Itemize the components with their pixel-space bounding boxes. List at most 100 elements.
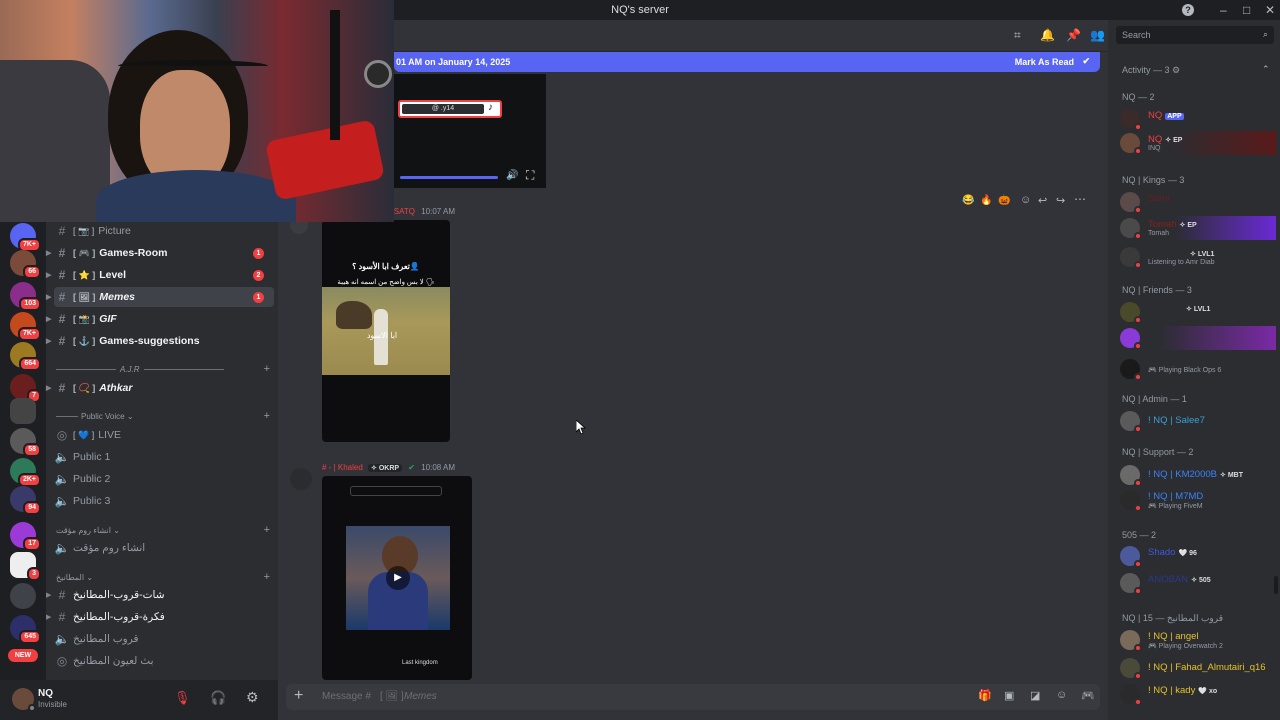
image-attachment[interactable]: تعرف ابا الأسود ؟👤 لا بس واضح من اسمه ان…	[322, 220, 450, 442]
author-name[interactable]: # - | Khaled	[322, 463, 363, 472]
video-attachment[interactable]: ▶ Last kingdom	[322, 476, 472, 680]
mic-muted-icon[interactable]: 🎙	[174, 690, 191, 706]
member-item[interactable]: NQ ✧ EP INQ	[1120, 131, 1276, 155]
server-icon[interactable]: 645	[10, 615, 41, 644]
server-icon[interactable]: 7	[10, 374, 41, 403]
add-channel-icon[interactable]: +	[264, 524, 270, 536]
apps-icon[interactable]: 🎮	[1081, 689, 1095, 702]
voice-public-2[interactable]: 🔈 Public 2	[54, 469, 274, 489]
voice-bands-group[interactable]: 🔈 قروب المطانيخ	[54, 629, 274, 649]
member-item[interactable]: 🎮 Playing Black Ops 6	[1120, 357, 1276, 381]
minimize-button[interactable]: –	[1220, 3, 1227, 17]
member-item[interactable]: ✧ LVL1	[1120, 300, 1276, 324]
voice-live[interactable]: ◎ [ 💙 ] LIVE	[54, 425, 274, 445]
channel-games-room[interactable]: ▶ # [ 🎮 ] Games-Room 1	[46, 243, 274, 263]
video-embed[interactable]: @ .y14 ♪ 🔊 ⛶	[394, 74, 546, 188]
category-public-voice[interactable]: Public Voice ⌄ +	[56, 410, 270, 422]
member-item[interactable]: ! NQ | KM2000B ✧ MBT	[1120, 463, 1276, 487]
server-icon[interactable]: 94	[10, 486, 41, 515]
member-item[interactable]: ! NQ | Salee7	[1120, 409, 1276, 433]
threads-icon[interactable]: ⌗	[1014, 28, 1021, 43]
member-item[interactable]: Tomah ✧ EP Tomah	[1120, 216, 1276, 240]
new-messages-bar[interactable]: 01 AM on January 14, 2025 Mark As Read ✔	[394, 52, 1100, 72]
member-item[interactable]: Sami	[1120, 190, 1276, 214]
server-icon[interactable]: 103	[10, 282, 41, 311]
more-icon[interactable]: ⋯	[1074, 192, 1086, 206]
video-progress[interactable]	[400, 176, 498, 179]
member-item[interactable]: ANOBAN ✧ 505	[1120, 571, 1276, 595]
add-channel-icon[interactable]: +	[264, 410, 270, 422]
channel-bands-idea[interactable]: ▶ # فكرة-قروب-المطانيخ	[46, 607, 274, 627]
add-channel-icon[interactable]: +	[264, 363, 270, 375]
search-input[interactable]: Search ⌕	[1116, 26, 1274, 44]
category-bands[interactable]: المطانيخ ⌄ +	[56, 571, 270, 583]
server-icon[interactable]	[10, 398, 36, 424]
member-item[interactable]: Shado 🤍 96	[1120, 544, 1276, 568]
add-channel-icon[interactable]: +	[264, 571, 270, 583]
server-icon[interactable]: 58	[10, 428, 41, 457]
member-item[interactable]: NQ APP	[1120, 107, 1276, 131]
category-ajr[interactable]: A.J.R +	[56, 363, 270, 375]
voice-public-3[interactable]: 🔈 Public 3	[54, 491, 274, 511]
emoji-icon[interactable]: ☺	[1056, 689, 1067, 701]
member-item[interactable]	[1120, 326, 1276, 350]
member-item[interactable]: ! NQ | angel 🎮 Playing Overwatch 2	[1120, 628, 1276, 652]
group-header: NQ — 2	[1122, 92, 1155, 102]
channel-level[interactable]: ▶ # [ ⭐ ] Level 2	[46, 265, 274, 285]
new-server-badge[interactable]: NEW	[8, 649, 38, 662]
reply-icon[interactable]: ↩	[1038, 194, 1047, 207]
add-reaction-icon[interactable]: ☺	[1020, 194, 1031, 206]
avatar[interactable]	[12, 688, 36, 712]
headphones-deafened-icon[interactable]: 🎧	[210, 690, 226, 706]
settings-gear-icon[interactable]: ⚙	[246, 689, 259, 706]
gamepad-icon: [ 🎮 ]	[73, 247, 96, 258]
server-icon[interactable]: 7K+	[10, 223, 41, 252]
volume-icon[interactable]: 🔊	[506, 170, 518, 181]
member-item[interactable]: ✧ LVL1 Listening to Amr Diab	[1120, 245, 1276, 269]
gift-icon[interactable]: 🎁	[978, 689, 992, 702]
channel-label: Public 3	[73, 495, 111, 507]
pin-icon[interactable]: 📌	[1066, 28, 1081, 42]
member-item[interactable]: ! NQ | Fahad_Almutairi_q16	[1120, 656, 1276, 680]
sticker-icon[interactable]: ◪	[1030, 689, 1040, 702]
reaction-pumpkin[interactable]: 🎃	[998, 195, 1010, 206]
stage-bands-broadcast[interactable]: ◎ بث لعيون المطانيخ	[54, 651, 274, 671]
server-icon[interactable]	[10, 583, 36, 609]
channel-athkar[interactable]: ▶ # [ 📿 ] Athkar	[46, 378, 274, 398]
channel-picture[interactable]: # [ 📷 ] Picture	[54, 221, 274, 241]
voice-public-1[interactable]: 🔈 Public 1	[54, 447, 274, 467]
members-icon[interactable]: 👥	[1090, 28, 1105, 42]
server-icon[interactable]: 3	[10, 552, 41, 581]
category-temp[interactable]: انشاء روم مؤقت ⌄ +	[56, 524, 270, 536]
channel-games-suggestions[interactable]: ▶ # [ ⚓ ] Games-suggestions	[46, 331, 274, 351]
voice-temp-room[interactable]: 🔈 انشاء روم مؤقت	[54, 538, 274, 558]
mark-as-read-button[interactable]: Mark As Read	[1015, 57, 1074, 67]
gif-icon[interactable]: ▣	[1004, 689, 1014, 702]
channel-label: Athkar	[99, 382, 133, 394]
scrollbar-thumb[interactable]	[1274, 576, 1278, 594]
channel-bands-chat[interactable]: ▶ # شات-قروب-المطانيخ	[46, 585, 274, 605]
member-item[interactable]: ! NQ | kady 🤍 xo	[1120, 682, 1276, 706]
chevron-up-icon[interactable]: ⌃	[1262, 64, 1270, 75]
forward-icon[interactable]: ↪	[1056, 194, 1065, 207]
fullscreen-icon[interactable]: ⛶	[526, 168, 534, 183]
server-icon[interactable]: 17	[10, 522, 41, 551]
add-attachment-icon[interactable]: +	[294, 687, 303, 705]
channel-memes[interactable]: ▶ # [ 🖼 ] Memes 1	[46, 287, 274, 307]
message-composer[interactable]: + Message # [ 🖼 ] Memes 🎁 ▣ ◪ ☺ 🎮	[286, 684, 1100, 710]
avatar[interactable]	[290, 468, 312, 490]
reaction-fire[interactable]: 🔥	[980, 195, 992, 206]
help-icon[interactable]: ?	[1182, 4, 1194, 16]
bell-icon[interactable]: 🔔	[1040, 28, 1055, 42]
member-item[interactable]: ! NQ | M7MD 🎮 Playing FiveM	[1120, 488, 1276, 512]
reaction-laugh[interactable]: 😂	[962, 195, 974, 206]
play-icon[interactable]: ▶	[386, 566, 410, 590]
server-icon[interactable]: 2K+	[10, 458, 41, 487]
maximize-button[interactable]: □	[1243, 3, 1250, 17]
server-icon[interactable]: 66	[10, 250, 41, 279]
activity-header[interactable]: Activity — 3 ⚙	[1122, 65, 1180, 76]
close-button[interactable]: ✕	[1265, 3, 1275, 17]
server-icon[interactable]: 7K+	[10, 312, 41, 341]
channel-gif[interactable]: ▶ # [ 📸 ] GIF	[46, 309, 274, 329]
server-icon[interactable]: 664	[10, 342, 41, 371]
